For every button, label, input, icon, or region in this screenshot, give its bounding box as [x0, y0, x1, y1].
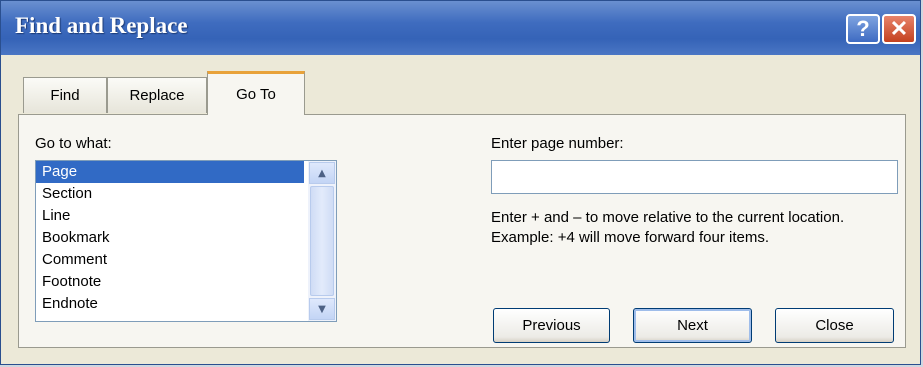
window-title: Find and Replace [15, 13, 188, 38]
page-number-input[interactable] [491, 160, 898, 194]
find-replace-dialog: Find and Replace ? ✕ Find Replace Go To … [0, 0, 921, 365]
list-item-bookmark[interactable]: Bookmark [36, 227, 304, 249]
list-item-section[interactable]: Section [36, 183, 304, 205]
close-button-label: Close [815, 317, 854, 334]
close-button[interactable]: Close [775, 308, 894, 343]
tab-replace[interactable]: Replace [107, 77, 207, 113]
help-button[interactable]: ? [846, 14, 880, 44]
list-item-page[interactable]: Page [36, 161, 304, 183]
list-item-line[interactable]: Line [36, 205, 304, 227]
relative-move-help-text: Enter + and – to move relative to the cu… [491, 209, 845, 246]
page-number-label: Enter page number: [491, 135, 624, 152]
scroll-down-button[interactable]: ▼ [309, 298, 335, 320]
scroll-thumb[interactable] [310, 186, 334, 296]
previous-button[interactable]: Previous [493, 308, 610, 343]
tab-go-to-label: Go To [236, 86, 276, 103]
tab-replace-label: Replace [129, 87, 185, 104]
close-window-button[interactable]: ✕ [882, 14, 916, 44]
go-to-what-label: Go to what: [35, 135, 112, 152]
tab-find[interactable]: Find [23, 77, 107, 113]
go-to-panel: Go to what: Page Section Line Bookmark C… [18, 114, 906, 348]
tab-find-label: Find [50, 87, 80, 104]
help-icon: ? [856, 16, 870, 41]
chevron-up-icon: ▲ [318, 167, 326, 179]
previous-button-label: Previous [522, 317, 581, 334]
list-item-comment[interactable]: Comment [36, 249, 304, 271]
scroll-up-button[interactable]: ▲ [309, 162, 335, 184]
close-icon: ✕ [889, 16, 909, 41]
tab-go-to[interactable]: Go To [207, 71, 305, 115]
chevron-down-icon: ▼ [318, 303, 326, 315]
go-to-what-listbox[interactable]: Page Section Line Bookmark Comment Footn… [35, 160, 337, 322]
list-item-endnote[interactable]: Endnote [36, 293, 304, 315]
title-bar[interactable]: Find and Replace ? ✕ [1, 1, 920, 55]
go-to-what-list: Page Section Line Bookmark Comment Footn… [36, 161, 304, 315]
listbox-scrollbar[interactable]: ▲ ▼ [308, 161, 336, 321]
next-button[interactable]: Next [633, 308, 752, 343]
next-button-label: Next [677, 317, 708, 334]
list-item-footnote[interactable]: Footnote [36, 271, 304, 293]
